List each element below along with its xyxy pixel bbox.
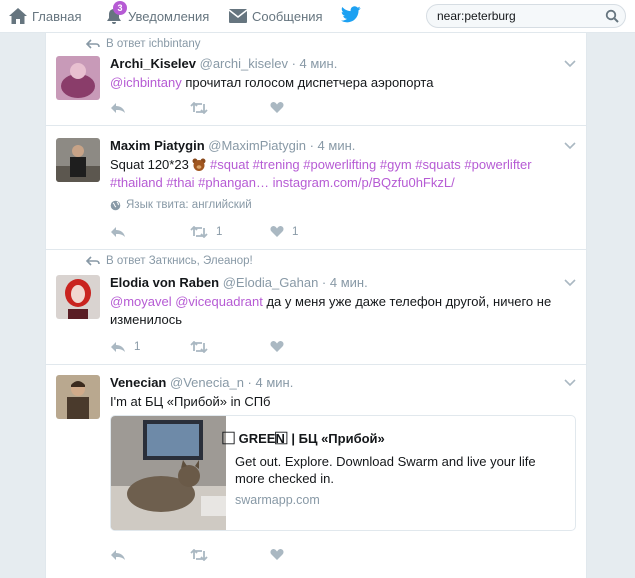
- tweet-text: I'm at БЦ «Прибой» in СПб: [110, 394, 271, 409]
- home-icon: [9, 8, 27, 24]
- tweet-content: Elodia von Raben @Elodia_Gahan · 4 мин. …: [110, 275, 566, 329]
- heart-icon: [270, 226, 284, 237]
- tweet-text: @moyavel @vicequadrant да у меня уже даж…: [110, 293, 566, 329]
- nav-notifications-label: Уведомления: [128, 8, 210, 24]
- chevron-down-icon[interactable]: [564, 142, 576, 150]
- reply-button[interactable]: [110, 102, 190, 114]
- username-time[interactable]: @MaximPiatygin · 4 мин.: [208, 138, 355, 153]
- retweet-icon: [190, 340, 208, 353]
- timeline: В ответ ichbintany Archi_Kiselev @archi_…: [45, 33, 587, 578]
- nav-home-label: Главная: [32, 8, 82, 24]
- tweet-header: Archi_Kiselev @archi_kiselev · 4 мин.: [110, 56, 566, 71]
- tweet[interactable]: В ответ Заткнись, Элеанор! Elodia von Ra…: [46, 250, 586, 365]
- reply-arrow-icon: [86, 256, 100, 266]
- tweet-header: Elodia von Raben @Elodia_Gahan · 4 мин.: [110, 275, 566, 290]
- tweet-body: прочитал голосом диспетчера аэропорта: [181, 75, 434, 90]
- reply-arrow-icon: [86, 39, 100, 49]
- retweet-icon: [190, 225, 208, 238]
- card-url[interactable]: swarmapp.com: [235, 493, 565, 507]
- card-title[interactable]: ⃞ GREEN ⃞ | БЦ «Прибой»: [235, 428, 565, 447]
- card-body: ⃞ GREEN ⃞ | БЦ «Прибой» Get out. Explore…: [235, 428, 565, 507]
- fullname[interactable]: Archi_Kiselev: [110, 56, 196, 71]
- avatar[interactable]: [56, 375, 100, 419]
- username-time[interactable]: @Elodia_Gahan · 4 мин.: [223, 275, 368, 290]
- tweet-content: Venecian @Venecia_n · 4 мин. I'm at БЦ «…: [110, 375, 566, 411]
- globe-icon: [110, 200, 121, 210]
- tweet[interactable]: В ответ ichbintany Archi_Kiselev @archi_…: [46, 33, 586, 126]
- tweet-body: Squat 120*23: [110, 157, 193, 172]
- tweet-content: Maxim Piatygin @MaximPiatygin · 4 мин. S…: [110, 138, 566, 211]
- reply-icon: [111, 102, 125, 113]
- reply-context: В ответ ichbintany: [86, 38, 201, 50]
- reply-context-text: В ответ Заткнись, Элеанор!: [106, 255, 253, 267]
- fullname[interactable]: Venecian: [110, 375, 166, 390]
- like-button[interactable]: [270, 101, 350, 114]
- tweet-header: Venecian @Venecia_n · 4 мин.: [110, 375, 566, 390]
- heart-icon: [270, 341, 284, 352]
- nav-messages-label: Сообщения: [252, 8, 323, 24]
- tweet-actions: 1: [110, 340, 350, 353]
- retweet-count: 1: [216, 225, 223, 238]
- heart-icon: [270, 549, 284, 560]
- retweet-button[interactable]: [190, 548, 270, 561]
- notifications-badge: 3: [113, 1, 127, 15]
- reply-icon: [111, 341, 125, 352]
- reply-button[interactable]: [110, 226, 190, 238]
- username-time[interactable]: @archi_kiselev · 4 мин.: [200, 56, 338, 71]
- chevron-down-icon[interactable]: [564, 60, 576, 68]
- nav-messages[interactable]: Сообщения: [228, 0, 323, 32]
- tweet-header: Maxim Piatygin @MaximPiatygin · 4 мин.: [110, 138, 566, 153]
- search-icon[interactable]: [605, 9, 619, 23]
- top-navigation-bar: Главная 3 Уведомления Сообщения: [0, 0, 635, 33]
- tweet[interactable]: Venecian @Venecia_n · 4 мин. I'm at БЦ «…: [46, 365, 586, 578]
- bear-emoji-icon: [192, 158, 206, 171]
- username-time[interactable]: @Venecia_n · 4 мин.: [170, 375, 293, 390]
- retweet-button[interactable]: [190, 340, 270, 353]
- language-label[interactable]: Язык твита: английский: [126, 199, 252, 211]
- tweet[interactable]: Maxim Piatygin @MaximPiatygin · 4 мин. S…: [46, 126, 586, 250]
- nav-home[interactable]: Главная: [8, 0, 81, 32]
- retweet-icon: [190, 101, 208, 114]
- card-description: Get out. Explore. Download Swarm and liv…: [235, 454, 536, 486]
- tweet-language: Язык твита: английский: [110, 199, 566, 211]
- envelope-icon: [228, 9, 248, 23]
- twitter-bird-icon[interactable]: [341, 6, 361, 23]
- heart-icon: [270, 102, 284, 113]
- card-image: [111, 416, 226, 530]
- tweet-text: Squat 120*23 #squat #trening #powerlifti…: [110, 156, 566, 192]
- like-button[interactable]: [270, 548, 350, 561]
- mention-link[interactable]: @ichbintany: [110, 75, 182, 90]
- tweet-actions: 1 1: [110, 225, 350, 238]
- like-button[interactable]: [270, 340, 350, 353]
- like-button[interactable]: 1: [270, 225, 350, 238]
- reply-context-text: В ответ ichbintany: [106, 38, 201, 50]
- chevron-down-icon[interactable]: [564, 279, 576, 287]
- tweet-content: Archi_Kiselev @archi_kiselev · 4 мин. @i…: [110, 56, 566, 92]
- like-count: 1: [292, 225, 299, 238]
- retweet-button[interactable]: [190, 101, 270, 114]
- search-box[interactable]: [426, 4, 626, 28]
- reply-context: В ответ Заткнись, Элеанор!: [86, 255, 253, 267]
- avatar[interactable]: [56, 56, 100, 100]
- tweet-actions: [110, 101, 350, 114]
- retweet-icon: [190, 548, 208, 561]
- chevron-down-icon[interactable]: [564, 379, 576, 387]
- avatar[interactable]: [56, 138, 100, 182]
- reply-count: 1: [134, 340, 141, 353]
- tweet-actions: [110, 548, 350, 561]
- reply-button[interactable]: [110, 549, 190, 561]
- link-card[interactable]: ⃞ GREEN ⃞ | БЦ «Прибой» Get out. Explore…: [110, 415, 576, 531]
- fullname[interactable]: Elodia von Raben: [110, 275, 219, 290]
- reply-button[interactable]: 1: [110, 341, 190, 353]
- mention-link[interactable]: @moyavel @vicequadrant: [110, 294, 263, 309]
- search-input[interactable]: [437, 8, 602, 24]
- avatar[interactable]: [56, 275, 100, 319]
- reply-icon: [111, 226, 125, 237]
- fullname[interactable]: Maxim Piatygin: [110, 138, 205, 153]
- tweet-text: @ichbintany прочитал голосом диспетчера …: [110, 74, 566, 92]
- retweet-button[interactable]: 1: [190, 225, 270, 238]
- reply-icon: [111, 549, 125, 560]
- nav-notifications[interactable]: 3 Уведомления: [104, 0, 209, 32]
